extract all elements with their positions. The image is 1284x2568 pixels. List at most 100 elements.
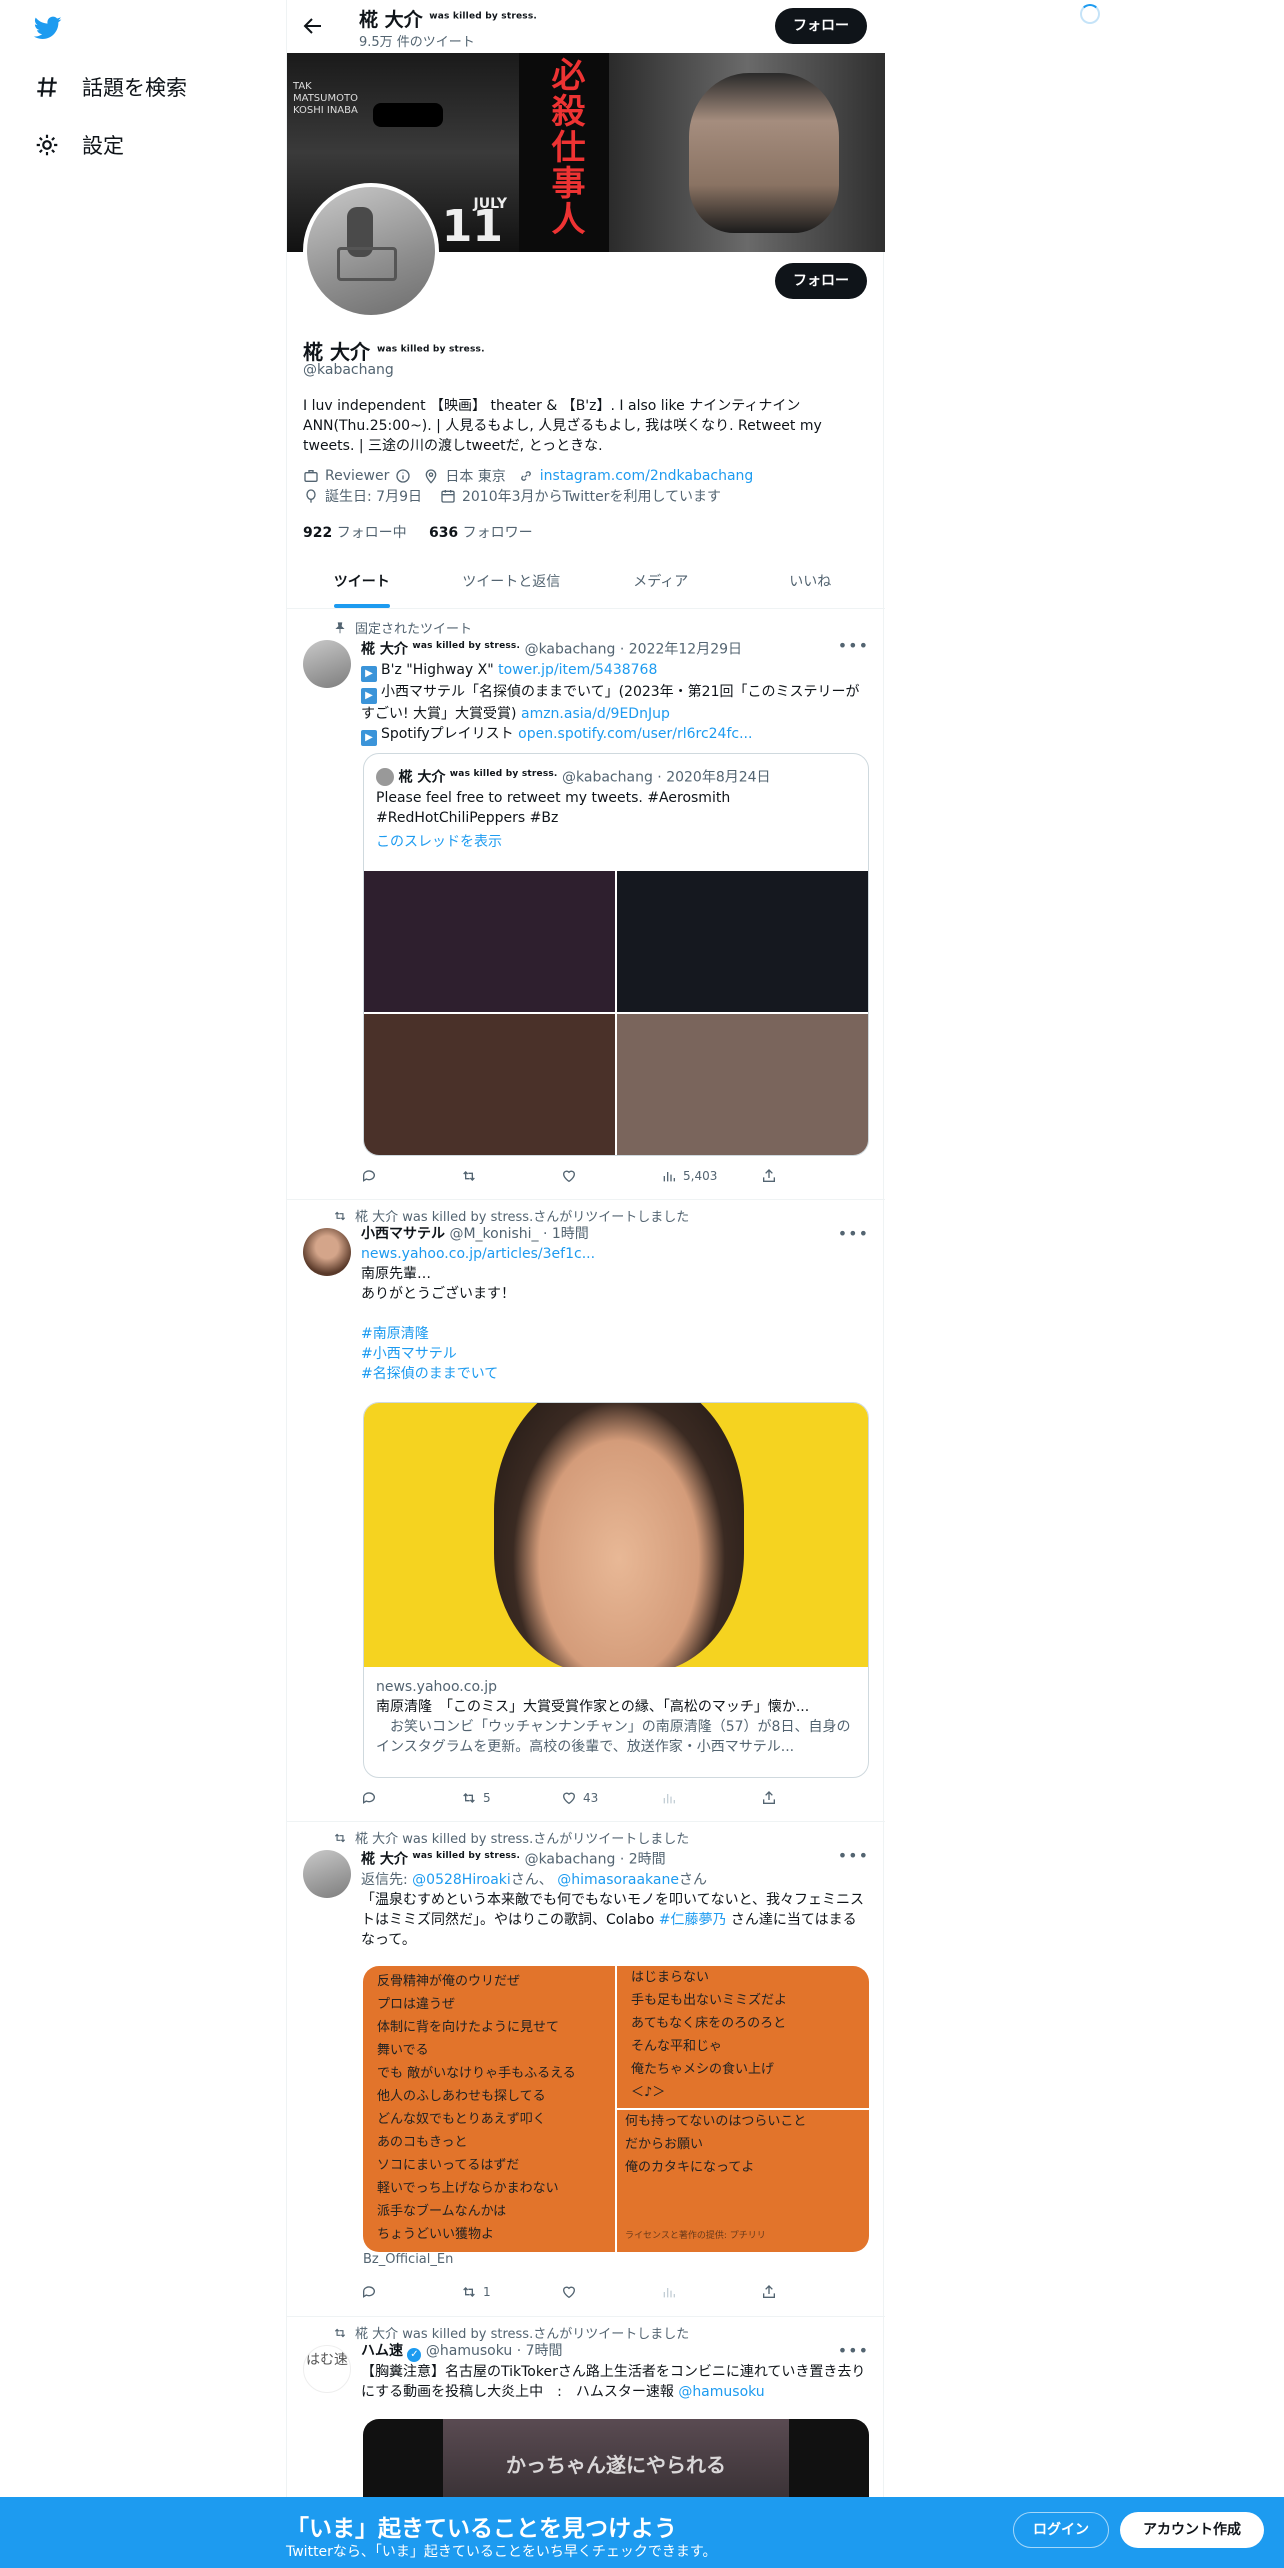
tweet-link[interactable]: tower.jp/item/5438768 xyxy=(498,662,657,678)
header-follow-button[interactable]: フォロー xyxy=(775,8,867,44)
login-button[interactable]: ログイン xyxy=(1013,2512,1109,2548)
nav-settings[interactable]: 設定 xyxy=(34,130,124,160)
like-button[interactable] xyxy=(561,2282,661,2302)
lyrics-line: 舞いでる xyxy=(377,2043,429,2058)
share-button[interactable] xyxy=(761,1166,781,1186)
hashtag-link[interactable]: #南原清隆 xyxy=(361,1324,869,1344)
tab-tweets-replies[interactable]: ツイートと返信 xyxy=(437,556,587,608)
quote-avatar xyxy=(376,767,394,786)
show-thread-link[interactable]: このスレッドを表示 xyxy=(376,832,856,852)
lyrics-right-top-panel: はじまらない 手も足も出ないミミズだよ あてもなく床をのろのろと そんな平和じゃ 俺たち… xyxy=(617,1966,869,2108)
banner-left-text: TAK MATSUMOTO KOSHI INABA xyxy=(293,81,358,116)
share-button[interactable] xyxy=(761,2282,781,2302)
views-button[interactable] xyxy=(661,2282,761,2302)
hashtag-link[interactable]: #名探偵のままでいて xyxy=(361,1364,869,1384)
lyrics-media[interactable]: 反骨精神が俺のウリだぜ プロは違うぜ 体制に背を向けたように見せて 舞いでる でも 敵が… xyxy=(363,1966,869,2252)
tab-media[interactable]: メディア xyxy=(586,556,736,608)
like-button[interactable]: 43 xyxy=(561,1788,661,1808)
quote-media-grid xyxy=(364,871,868,1155)
profile-follow-button[interactable]: フォロー xyxy=(775,263,867,299)
retweet-button[interactable] xyxy=(461,1166,561,1186)
tab-likes[interactable]: いいね xyxy=(736,556,886,608)
mention-link[interactable]: @himasoraakane xyxy=(557,1872,679,1888)
quoted-tweet[interactable]: 椛 大介 was killed by stress. @kabachang · … xyxy=(363,753,869,1156)
hashtag-link[interactable]: #小西マサテル xyxy=(361,1344,869,1364)
profile-location: 日本 東京 xyxy=(445,469,506,485)
heart-icon xyxy=(562,1792,576,1805)
signup-prompt-bar: 「いま」起きていることを見つけよう Twitterなら、「いま」起きていることを… xyxy=(0,2497,1284,2568)
lyrics-line: 軽いでっち上げならかまわない xyxy=(377,2181,559,2196)
link-card[interactable]: news.yahoo.co.jp 南原清隆 「このミス」大賞受賞作家との縁、「高… xyxy=(363,1402,869,1778)
quote-header: 椛 大介 was killed by stress. @kabachang · … xyxy=(376,764,856,788)
tweet-link[interactable]: news.yahoo.co.jp/articles/3ef1c... xyxy=(361,1244,869,1264)
share-button[interactable] xyxy=(761,1788,781,1808)
nav-explore[interactable]: 話題を検索 xyxy=(34,72,187,102)
profile-link[interactable]: instagram.com/2ndkabachang xyxy=(540,468,754,484)
quote-image[interactable] xyxy=(364,1014,615,1155)
tweet-video[interactable]: かっちゃん遂にやられる xyxy=(363,2419,869,2499)
lyrics-line: でも 敵がいなけりゃ手もふるえる xyxy=(377,2066,576,2081)
back-arrow-icon[interactable] xyxy=(301,14,325,38)
tweet-text: 【胸糞注意】名古屋のTikTokerさん路上生活者をコンビニに連れていき置き去り… xyxy=(361,2364,866,2400)
pin-icon xyxy=(335,621,345,633)
tweet-retweet-hamusoku[interactable]: 椛 大介 was killed by stress.さんがリツイートしました は… xyxy=(287,2317,885,2499)
tweet-avatar[interactable]: はむ速 xyxy=(303,2345,351,2393)
tweet-link[interactable]: open.spotify.com/user/rl6rc24fc... xyxy=(518,726,752,742)
tweet-avatar[interactable] xyxy=(303,1228,351,1276)
tweet-retweet-lyrics[interactable]: 椛 大介 was killed by stress.さんがリツイートしました •… xyxy=(287,1822,885,2317)
profile-category: Reviewer xyxy=(325,468,390,484)
tweet-retweet-konishi[interactable]: 椛 大介 was killed by stress.さんがリツイートしました •… xyxy=(287,1200,885,1822)
signup-prompt-subtitle: Twitterなら、「いま」起きていることをいち早くチェックできます。 xyxy=(286,2544,717,2560)
views-button[interactable]: 5,403 xyxy=(661,1166,761,1186)
lyrics-left-panel: 反骨精神が俺のウリだぜ プロは違うぜ 体制に背を向けたように見せて 舞いでる でも 敵が… xyxy=(363,1966,615,2252)
views-button[interactable] xyxy=(661,1788,761,1808)
profile-birthday: 誕生日: 7月9日 xyxy=(325,489,422,505)
following-link[interactable]: 922 フォロー中 xyxy=(303,525,407,541)
tab-tweets[interactable]: ツイート xyxy=(287,556,437,608)
retweet-icon xyxy=(334,1211,346,1220)
nav-settings-label: 設定 xyxy=(82,134,124,158)
retweet-icon xyxy=(334,1833,346,1842)
tweet-body: ハム速 ✓ @hamusoku · 7時間 【胸糞注意】名古屋のTikToker… xyxy=(361,2341,869,2402)
lyrics-line: 派手なブームなんかは xyxy=(377,2204,507,2219)
heart-icon xyxy=(562,1170,576,1183)
profile-avatar[interactable] xyxy=(303,183,439,319)
quote-image[interactable] xyxy=(617,871,868,1012)
reply-button[interactable] xyxy=(361,2282,461,2302)
reply-button[interactable] xyxy=(361,1788,461,1808)
reply-button[interactable] xyxy=(361,1166,461,1186)
views-chart-icon xyxy=(663,1794,675,1804)
mention-link[interactable]: @hamusoku xyxy=(678,2384,764,2400)
lyrics-line: 何も持ってないのはつらいこと xyxy=(625,2114,807,2129)
retweet-button[interactable]: 1 xyxy=(461,2282,561,2302)
mention-link[interactable]: @0528Hiroaki xyxy=(412,1872,511,1888)
tweet-avatar[interactable] xyxy=(303,1850,351,1898)
retweet-icon xyxy=(463,2287,475,2297)
info-icon[interactable] xyxy=(395,468,411,484)
tweet-avatar[interactable] xyxy=(303,640,351,688)
tweet-actions: 5 43 xyxy=(361,1788,781,1808)
profile-tabs: ツイート ツイートと返信 メディア いいね xyxy=(287,556,885,609)
header-name: 椛 大介 was killed by stress. xyxy=(359,9,538,31)
quote-image[interactable] xyxy=(364,871,615,1012)
tweet-header: 小西マサテル @M_konishi_ · 1時間 xyxy=(361,1226,589,1242)
followers-link[interactable]: 636 フォロワー xyxy=(429,525,533,541)
lyrics-line: プロは違うぜ xyxy=(377,1997,456,2012)
lyrics-line: 俺たちゃメシの食い上げ xyxy=(631,2062,775,2077)
tweet-pinned[interactable]: 固定されたツイート ••• 椛 大介 was killed by stress.… xyxy=(287,610,885,1200)
gear-icon xyxy=(36,134,58,156)
tweet-link[interactable]: amzn.asia/d/9EDnJup xyxy=(521,706,670,722)
signup-button[interactable]: アカウント作成 xyxy=(1120,2512,1264,2548)
reply-icon xyxy=(362,1792,375,1804)
tweet-body: 椛 大介 was killed by stress. @kabachang · … xyxy=(361,1846,869,1950)
avatar-cart xyxy=(337,247,397,281)
card-domain: news.yahoo.co.jp xyxy=(376,1679,497,1695)
retweet-button[interactable]: 5 xyxy=(461,1788,561,1808)
retweet-icon xyxy=(463,1171,475,1181)
twitter-logo-icon[interactable] xyxy=(32,14,64,42)
like-button[interactable] xyxy=(561,1166,661,1186)
lyrics-line: あてもなく床をのろのろと xyxy=(631,2016,787,2031)
quote-image[interactable] xyxy=(617,1014,868,1155)
hashtag-link[interactable]: #仁藤夢乃 xyxy=(659,1912,727,1928)
banner-panel-2: 必殺仕事人 xyxy=(519,53,609,252)
